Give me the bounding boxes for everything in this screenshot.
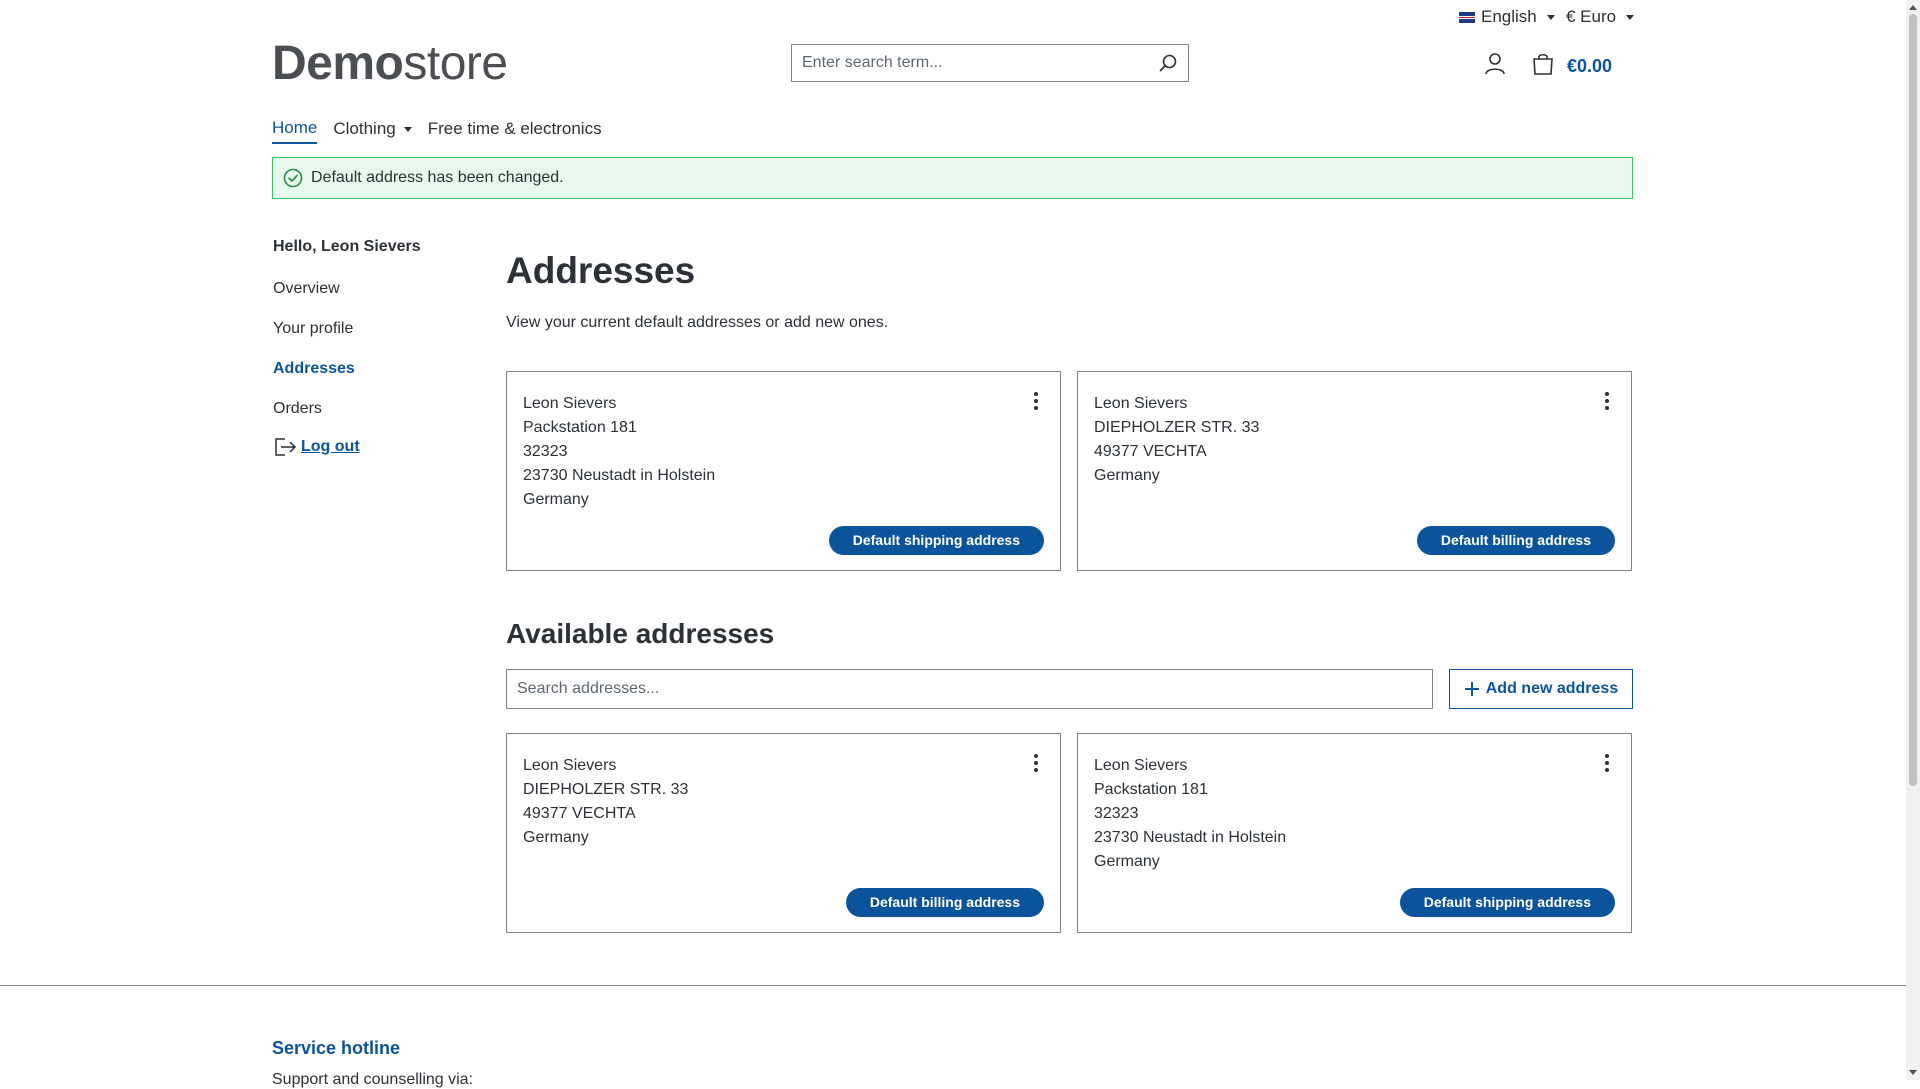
logo-light-text: store (403, 37, 508, 90)
search-bar (791, 44, 1189, 82)
more-options-icon[interactable] (1605, 392, 1609, 413)
uk-flag-icon (1459, 11, 1475, 23)
address-line: Packstation 181 (523, 419, 637, 436)
address-card: Leon Sievers Packstation 181 32323 23730… (1077, 733, 1632, 933)
nav-item-free-time[interactable]: Free time & electronics (428, 118, 602, 144)
chevron-down-icon (1626, 14, 1635, 20)
cart-button[interactable]: €0.00 (1531, 52, 1612, 81)
check-circle-icon (283, 168, 303, 188)
address-line: Packstation 181 (1094, 781, 1208, 798)
default-billing-badge: Default billing address (1416, 526, 1615, 555)
search-icon[interactable] (1148, 45, 1188, 81)
language-selector[interactable]: English (1459, 7, 1555, 27)
footer-divider (0, 985, 1906, 986)
nav-item-home[interactable]: Home (272, 118, 318, 144)
address-line: Germany (523, 829, 589, 846)
plus-icon (1464, 682, 1479, 696)
address-line: DIEPHOLZER STR. 33 (1094, 419, 1260, 436)
logo-bold-text: Demo (272, 37, 404, 90)
scroll-down-arrow-icon[interactable] (1906, 1066, 1920, 1080)
address-line: 49377 VECHTA (1094, 443, 1207, 460)
address-line: Germany (1094, 853, 1160, 870)
chevron-down-icon (1546, 14, 1555, 20)
nav-item-label: Clothing (333, 119, 396, 138)
sidebar-item-overview[interactable]: Overview (273, 280, 473, 299)
more-options-icon[interactable] (1034, 392, 1038, 413)
add-new-address-label: Add new address (1485, 680, 1619, 697)
address-line: 23730 Neustadt in Holstein (1094, 829, 1287, 846)
address-line: Leon Sievers (523, 757, 617, 774)
address-search (506, 669, 1433, 709)
sidebar-item-orders[interactable]: Orders (273, 400, 473, 419)
logout-link[interactable]: Log out (273, 436, 473, 458)
logout-icon (275, 438, 297, 456)
addresses-content: Addresses View your current default addr… (506, 250, 1634, 332)
default-address-card-billing: Leon Sievers DIEPHOLZER STR. 33 49377 VE… (1077, 371, 1632, 571)
scrollbar-thumb[interactable] (1909, 14, 1917, 786)
account-icon[interactable] (1484, 52, 1506, 81)
address-line: 32323 (1094, 805, 1139, 822)
cart-total: €0.00 (1567, 56, 1613, 76)
greeting: Hello, Leon Sievers (273, 238, 421, 255)
logout-label: Log out (301, 438, 360, 455)
address-line: 23730 Neustadt in Holstein (523, 467, 716, 484)
available-addresses-title: Available addresses (506, 618, 775, 649)
top-bar: English € Euro (0, 0, 1906, 34)
currency-selector[interactable]: € Euro (1566, 7, 1635, 27)
address-line: Germany (523, 491, 589, 508)
default-shipping-badge: Default shipping address (1399, 888, 1615, 917)
default-shipping-badge: Default shipping address (828, 526, 1044, 555)
currency-label: € Euro (1566, 7, 1617, 26)
search-input[interactable] (792, 45, 1148, 81)
address-line: Leon Sievers (523, 395, 617, 412)
address-line: Leon Sievers (1094, 757, 1188, 774)
address-line: 32323 (523, 443, 568, 460)
alert-message: Default address has been changed. (311, 169, 564, 186)
address-line: DIEPHOLZER STR. 33 (523, 781, 689, 798)
default-billing-badge: Default billing address (845, 888, 1044, 917)
more-options-icon[interactable] (1605, 754, 1609, 775)
scroll-up-arrow-icon[interactable] (1906, 0, 1920, 14)
address-card: Leon Sievers DIEPHOLZER STR. 33 49377 VE… (506, 733, 1061, 933)
page-scrollbar[interactable] (1906, 0, 1920, 1080)
sidebar-item-addresses[interactable]: Addresses (273, 360, 473, 379)
default-address-card-shipping: Leon Sievers Packstation 181 32323 23730… (506, 371, 1061, 571)
more-options-icon[interactable] (1034, 754, 1038, 775)
address-search-input[interactable] (507, 670, 1432, 708)
shopping-bag-icon (1531, 52, 1555, 81)
sidebar-item-profile[interactable]: Your profile (273, 320, 473, 339)
address-line: Germany (1094, 467, 1160, 484)
main-navigation: Home Clothing Free time & electronics (272, 118, 602, 144)
page-intro: View your current default addresses or a… (506, 314, 889, 331)
add-new-address-button[interactable]: Add new address (1449, 669, 1633, 709)
address-line: 49377 VECHTA (523, 805, 636, 822)
language-label: English (1481, 7, 1537, 26)
chevron-down-icon (403, 126, 412, 132)
success-alert: Default address has been changed. (272, 157, 1633, 199)
store-logo[interactable]: Demostore (272, 36, 508, 91)
address-line: Leon Sievers (1094, 395, 1188, 412)
service-hotline-title: Service hotline (272, 1038, 401, 1058)
nav-item-clothing[interactable]: Clothing (333, 118, 412, 144)
support-text: Support and counselling via: (272, 1071, 474, 1088)
page-title: Addresses (506, 250, 696, 291)
account-sidebar: Hello, Leon Sievers Overview Your profil… (273, 238, 473, 458)
